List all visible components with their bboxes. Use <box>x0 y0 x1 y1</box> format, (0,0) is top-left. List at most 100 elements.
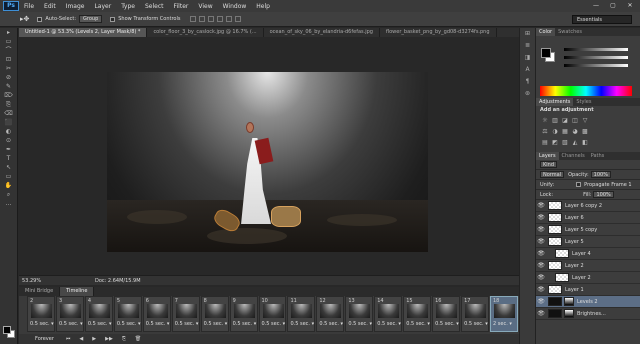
layer-row[interactable]: 👁 Layer 2 <box>536 260 640 272</box>
adjustment-2-1-icon[interactable]: ◩ <box>550 139 560 146</box>
menu-edit[interactable]: Edit <box>44 3 56 10</box>
layer-row[interactable]: 👁 Levels 2 <box>536 296 640 308</box>
tool-10-icon[interactable]: ⬛ <box>0 118 17 127</box>
frame-delay[interactable]: 0.5 sec. ▾ <box>204 321 228 327</box>
timeline-frame[interactable]: 13 0.5 sec. ▾ <box>345 296 374 332</box>
layer-row[interactable]: 👁 Layer 6 <box>536 212 640 224</box>
layer-row[interactable]: 👁 Layer 6 copy 2 <box>536 200 640 212</box>
tool-14-icon[interactable]: T <box>0 154 17 163</box>
frame-delay[interactable]: 0.5 sec. ▾ <box>377 321 401 327</box>
auto-select-checkbox[interactable] <box>37 16 43 22</box>
visibility-eye-icon[interactable]: 👁 <box>536 202 546 209</box>
visibility-eye-icon[interactable]: 👁 <box>536 262 546 269</box>
tab-timeline[interactable]: Timeline <box>60 287 95 296</box>
frame-delay[interactable]: 0.5 sec. ▾ <box>464 321 488 327</box>
document-canvas[interactable] <box>107 72 428 252</box>
visibility-eye-icon[interactable]: 👁 <box>536 286 546 293</box>
timeline-button-5[interactable]: 🗑 <box>135 336 141 342</box>
tool-3-icon[interactable]: ⊡ <box>0 55 17 64</box>
auto-select-dropdown[interactable]: Group <box>79 15 103 23</box>
frame-delay[interactable]: 0.5 sec. ▾ <box>262 321 286 327</box>
adjustment-0-3-icon[interactable]: ◫ <box>570 117 580 124</box>
menu-filter[interactable]: Filter <box>174 3 189 10</box>
dock-2-icon[interactable]: ◨ <box>520 52 535 64</box>
layer-row[interactable]: 👁 Layer 1 <box>536 284 640 296</box>
workspace-switcher[interactable]: Essentials <box>572 15 632 24</box>
layer-row[interactable]: 👁 Layer 5 copy <box>536 224 640 236</box>
dock-1-icon[interactable]: ≣ <box>520 40 535 52</box>
tool-1-icon[interactable]: ▭ <box>0 37 17 46</box>
loop-dropdown[interactable]: Forever <box>35 336 54 342</box>
frame-delay[interactable]: 0.5 sec. ▾ <box>406 321 430 327</box>
canvas-area[interactable] <box>19 37 519 275</box>
layer-name[interactable]: Layer 2 <box>572 275 591 281</box>
frame-delay[interactable]: 0.5 sec. ▾ <box>290 321 314 327</box>
menu-type[interactable]: Type <box>121 3 135 10</box>
align-right-icon[interactable] <box>235 16 242 22</box>
tab-color-floor[interactable]: color_floor_3_by_caslock.jpg @ 16.7% (..… <box>147 28 264 37</box>
adjustment-1-3-icon[interactable]: ◕ <box>570 128 580 135</box>
timeline-button-3[interactable]: ▶▶ <box>105 336 113 342</box>
move-tool-icon[interactable]: ▸✥ <box>20 15 29 23</box>
menu-select[interactable]: Select <box>145 3 164 10</box>
tool-5-icon[interactable]: ⊘ <box>0 73 17 82</box>
align-bottom-icon[interactable] <box>208 16 215 22</box>
adjustment-2-3-icon[interactable]: ◭ <box>570 139 580 146</box>
adjustment-2-0-icon[interactable]: ▤ <box>540 139 550 146</box>
menu-window[interactable]: Window <box>223 3 247 10</box>
frame-delay[interactable]: 0.5 sec. ▾ <box>233 321 257 327</box>
timeline-frame[interactable]: 8 0.5 sec. ▾ <box>200 296 229 332</box>
layer-mask-thumbnail[interactable] <box>564 297 574 306</box>
adjustment-1-0-icon[interactable]: ⚖ <box>540 128 550 135</box>
b-slider[interactable] <box>564 64 628 67</box>
adjustment-0-2-icon[interactable]: ◪ <box>560 117 570 124</box>
frame-delay[interactable]: 0.5 sec. ▾ <box>348 321 372 327</box>
timeline-frame[interactable]: 10 0.5 sec. ▾ <box>258 296 287 332</box>
timeline-frame[interactable]: 7 0.5 sec. ▾ <box>171 296 200 332</box>
layer-name[interactable]: Layer 2 <box>565 263 584 269</box>
timeline-frame[interactable]: 15 0.5 sec. ▾ <box>403 296 432 332</box>
timeline-frame[interactable]: 4 0.5 sec. ▾ <box>84 296 113 332</box>
tab-styles[interactable]: Styles <box>573 98 594 106</box>
close-button[interactable]: ✕ <box>622 1 638 10</box>
timeline-button-4[interactable]: ⎘ <box>122 336 126 342</box>
tool-16-icon[interactable]: ▭ <box>0 172 17 181</box>
layer-mask-thumbnail[interactable] <box>564 309 574 318</box>
menu-file[interactable]: File <box>24 3 34 10</box>
color-spectrum[interactable] <box>540 86 632 96</box>
tool-2-icon[interactable]: ⌒ <box>0 46 17 55</box>
timeline-frame[interactable]: 12 0.5 sec. ▾ <box>316 296 345 332</box>
adjustment-0-0-icon[interactable]: ☼ <box>540 117 550 124</box>
tab-channels[interactable]: Channels <box>559 152 588 160</box>
frame-delay[interactable]: 2 sec. ▾ <box>493 321 512 327</box>
tool-4-icon[interactable]: ✂ <box>0 64 17 73</box>
timeline-button-0[interactable]: ⏮ <box>66 336 71 342</box>
layer-name[interactable]: Layer 4 <box>572 251 591 257</box>
tool-19-icon[interactable]: … <box>0 199 17 208</box>
adjustment-2-4-icon[interactable]: ◧ <box>580 139 590 146</box>
layer-name[interactable]: Layer 5 <box>565 239 584 245</box>
timeline-button-1[interactable]: ◀ <box>79 336 83 342</box>
tool-15-icon[interactable]: ↖ <box>0 163 17 172</box>
timeline-frame[interactable]: 2 0.5 sec. ▾ <box>27 296 55 332</box>
dock-3-icon[interactable]: A <box>520 64 535 76</box>
dock-5-icon[interactable]: ⊛ <box>520 88 535 100</box>
opacity-field[interactable]: 100% <box>590 171 611 178</box>
frame-delay[interactable]: 0.5 sec. ▾ <box>435 321 459 327</box>
layer-name[interactable]: Layer 6 copy 2 <box>565 203 602 209</box>
timeline-button-2[interactable]: ▶ <box>92 336 96 342</box>
timeline-frame[interactable]: 6 0.5 sec. ▾ <box>142 296 171 332</box>
layer-row[interactable]: 👁 Layer 4 <box>536 248 640 260</box>
frame-delay[interactable]: 0.5 sec. ▾ <box>59 321 83 327</box>
propagate-checkbox[interactable] <box>576 182 582 187</box>
maximize-button[interactable]: ▢ <box>605 1 621 10</box>
dock-4-icon[interactable]: ¶ <box>520 76 535 88</box>
foreground-color-swatch[interactable] <box>3 326 11 334</box>
layer-name[interactable]: Layer 1 <box>565 287 584 293</box>
adjustment-1-4-icon[interactable]: ▩ <box>580 128 590 135</box>
minimize-button[interactable]: — <box>588 1 604 10</box>
adjustment-0-1-icon[interactable]: ▥ <box>550 117 560 124</box>
timeline-frame[interactable]: 5 0.5 sec. ▾ <box>113 296 142 332</box>
tab-flower-basket[interactable]: flower_basket_png_by_gd08-d3274fs.png <box>380 28 497 37</box>
tool-18-icon[interactable]: ⌕ <box>0 190 17 199</box>
